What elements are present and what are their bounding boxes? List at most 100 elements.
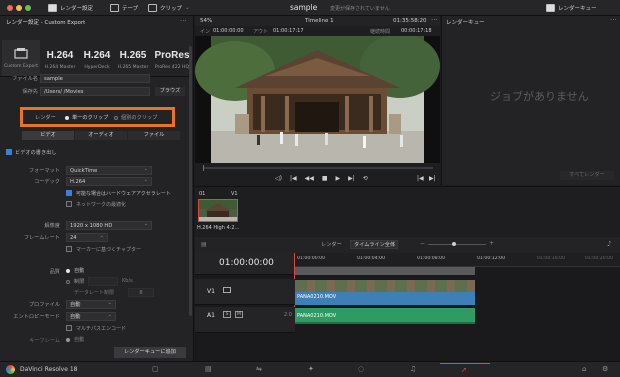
last-frame-icon[interactable]: ▶| <box>348 175 355 182</box>
quality-auto-radio[interactable] <box>66 269 70 273</box>
single-clip-label: 単一のクリップ <box>72 115 109 121</box>
format-select[interactable]: QuickTime <box>66 166 152 175</box>
resolution-select[interactable]: 1920 x 1080 HD <box>66 221 152 230</box>
queue-options-icon[interactable]: ··· <box>610 16 617 24</box>
in-timecode: 01:00:00:00 <box>213 28 244 34</box>
audio-meter-icon[interactable]: ♪ <box>607 240 611 248</box>
preset-label: Custom Export <box>3 64 39 69</box>
entropy-select[interactable]: 自動 <box>66 312 116 321</box>
color-page-icon[interactable]: ◌ <box>358 365 364 373</box>
render-range-select[interactable]: タイムライン全体 <box>350 240 398 249</box>
track-header-v1[interactable]: V1 <box>195 279 295 305</box>
zoom-window-icon[interactable] <box>25 5 31 11</box>
prev-clip-icon[interactable]: |◀ <box>417 175 424 182</box>
audio-icon[interactable]: ◁) <box>275 175 282 182</box>
stop-icon[interactable]: ■ <box>322 175 328 182</box>
browse-button[interactable]: ブラウズ <box>155 87 185 96</box>
datarate-input[interactable]: 8 <box>128 288 154 297</box>
out-label: アウト <box>253 29 269 35</box>
track-monitor-icon[interactable] <box>223 287 231 293</box>
panel-scrollbar[interactable] <box>189 46 192 316</box>
tab-video[interactable]: ビデオ <box>22 131 74 140</box>
framerate-label: フレームレート <box>23 235 60 241</box>
viewer-playhead[interactable] <box>203 165 204 171</box>
render-queue-panel: レンダーキュー ··· ジョブがありません すべてレンダー <box>441 16 620 185</box>
close-window-icon[interactable] <box>7 5 13 11</box>
keyframe-auto-radio[interactable] <box>66 338 70 342</box>
timeline-view-icon[interactable]: ▤ <box>201 241 207 248</box>
network-opt-checkbox[interactable] <box>66 201 72 207</box>
datarate-label: データレート制限 <box>74 290 115 296</box>
fairlight-page-icon[interactable]: ♫ <box>410 365 416 373</box>
multipass-checkbox[interactable] <box>66 325 72 331</box>
minimize-window-icon[interactable] <box>16 5 22 11</box>
individual-clips-radio[interactable] <box>114 116 118 120</box>
zoom-slider-handle[interactable] <box>452 242 456 246</box>
add-to-render-queue-button[interactable]: レンダーキューに追加 <box>114 347 186 358</box>
loop-icon[interactable]: ⟲ <box>363 175 368 182</box>
tape-icon <box>110 4 119 12</box>
fusion-page-icon[interactable]: ✦ <box>308 365 314 373</box>
render-settings-toggle[interactable]: レンダー設定 <box>48 2 93 14</box>
timeline-ruler[interactable]: 01:00:00:00 01:00:04:00 01:00:08:00 01:0… <box>295 253 620 267</box>
media-page-icon[interactable]: ▢ <box>152 365 159 373</box>
mute-button[interactable]: M <box>235 311 243 318</box>
tab-file[interactable]: ファイル <box>128 131 180 140</box>
profile-select[interactable]: 自動 <box>66 300 116 309</box>
next-clip-icon[interactable]: ▶| <box>429 175 436 182</box>
settings-gear-icon[interactable]: ⚙ <box>602 365 608 373</box>
filename-label: ファイル名 <box>12 76 38 82</box>
preset-custom-export[interactable]: Custom Export <box>2 40 40 76</box>
render-settings-icon <box>48 4 57 12</box>
preset-label: H.265 Master <box>117 65 149 70</box>
audio-clip[interactable]: PANA0210.MOV <box>295 308 475 322</box>
keyframe-label: キーフレーム <box>29 338 60 344</box>
filename-input[interactable]: sample <box>40 74 150 83</box>
viewer-scrubber[interactable] <box>203 167 433 169</box>
render-all-button[interactable]: すべてレンダー <box>560 171 614 180</box>
zoom-out-icon[interactable]: − <box>420 240 425 247</box>
codec-select[interactable]: H.264 <box>66 177 152 186</box>
zoom-in-icon[interactable]: + <box>489 240 494 247</box>
first-frame-icon[interactable]: |◀ <box>290 175 297 182</box>
timeline-name-select[interactable]: Timeline 1 <box>305 18 334 24</box>
quality-limit-radio[interactable] <box>66 280 70 284</box>
edit-page-icon[interactable]: ⇋ <box>256 365 262 373</box>
cut-page-icon[interactable]: ▤ <box>205 365 212 373</box>
preset-row: Custom Export H.264 H.264 Master H.264 H… <box>0 40 194 76</box>
preset-hyperdeck[interactable]: H.264 HyperDeck <box>78 40 116 76</box>
empty-queue-message: ジョブがありません <box>490 90 589 103</box>
render-queue-icon <box>546 4 555 12</box>
clips-toggle[interactable]: クリップ ⌄ <box>148 2 190 14</box>
solo-button[interactable]: S <box>223 311 231 318</box>
more-options-icon[interactable]: ··· <box>180 17 187 25</box>
render-queue-toggle[interactable]: レンダーキュー <box>546 2 597 14</box>
preset-prores[interactable]: ProRes ProRes 422 HQ <box>152 40 192 76</box>
track-header-a1[interactable]: A1 S M 2.0 <box>195 307 295 333</box>
out-timecode: 01:00:17:17 <box>273 28 304 34</box>
zoom-slider[interactable] <box>428 244 486 245</box>
home-icon[interactable]: ⌂ <box>582 365 586 373</box>
tape-toggle[interactable]: テープ <box>110 2 138 14</box>
hw-accel-checkbox[interactable] <box>66 190 72 196</box>
render-range-bar[interactable] <box>295 267 475 275</box>
individual-clips-label: 個別のクリップ <box>121 115 158 121</box>
clip-thumbnail[interactable] <box>198 199 238 222</box>
rewind-icon[interactable]: ◀◀ <box>305 175 314 182</box>
export-video-checkbox[interactable] <box>6 149 12 155</box>
tab-audio[interactable]: オーディオ <box>75 131 127 140</box>
video-clip[interactable]: PANA0210.MOV <box>295 280 475 305</box>
single-clip-radio[interactable] <box>65 116 69 120</box>
quality-limit-input[interactable] <box>88 277 118 286</box>
marker-checkbox[interactable] <box>66 246 72 252</box>
preset-h264-master[interactable]: H.264 H.264 Master <box>41 40 79 76</box>
deliver-page-tab[interactable]: ➚ <box>440 363 490 376</box>
viewer-options-icon[interactable]: ··· <box>431 16 438 24</box>
play-icon[interactable]: ▶ <box>336 175 341 182</box>
tape-label: テープ <box>122 6 139 12</box>
framerate-select[interactable]: 24 <box>66 233 108 242</box>
zoom-select[interactable]: 54% <box>200 18 212 24</box>
location-input[interactable]: /Users/ /Movies <box>40 87 150 96</box>
preset-h265-master[interactable]: H.265 H.265 Master <box>114 40 152 76</box>
video-viewer[interactable] <box>195 36 440 163</box>
